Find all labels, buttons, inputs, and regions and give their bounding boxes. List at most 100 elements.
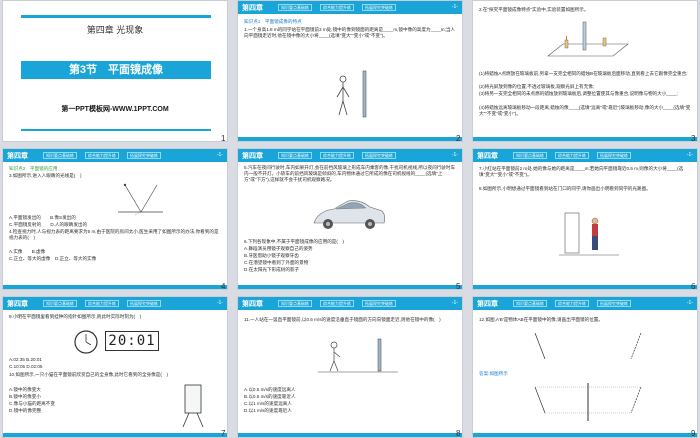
step-2: (2)将光屏放到像的位置,不透过玻璃板,观察光屏上有无像;: [479, 84, 595, 89]
slide-footer-bar: [3, 433, 227, 437]
slide-number-5: 5: [456, 282, 461, 291]
top-rule: [21, 15, 211, 18]
q11-option-b: B.以0.5 m/s的速度靠近人: [244, 394, 296, 399]
page-indicator: -1-: [451, 152, 458, 158]
slide-number-7: 7: [221, 429, 226, 438]
tab-extension: 拓展探究突破练: [127, 152, 161, 159]
step-4: (4)将蜡烛远离玻璃板移动一段距离,蜡烛的像____(选填"远离"或"靠近")玻…: [479, 105, 691, 117]
q6-option-b: B.牙医借助小镜子观察牙齿: [244, 253, 299, 258]
slide-header: 第四章 知识要点基础练 综合能力提升练 拓展探究突破练 -1-: [473, 149, 697, 162]
lesson-title: 第3节 平面镜成像: [21, 61, 211, 79]
slide-thumbnail-4[interactable]: 第四章 知识要点基础练 综合能力提升练 拓展探究突破练 -1- 知识点2 平面镜…: [2, 148, 228, 290]
slide-footer-bar: [473, 433, 697, 437]
tab-basic: 知识要点基础练: [513, 300, 547, 307]
object-image-diagram: [534, 332, 642, 360]
slide-number-3: 3: [691, 134, 696, 143]
slide-header: 第四章 知识要点基础练 综合能力提升练 拓展探究突破练 -1-: [3, 149, 227, 162]
question-11: 11.一人站在一竖直平面镜前,以0.5 m/s的速度沿垂直于镜面的方向向镜面走近…: [244, 317, 441, 322]
q10-option-c: C.像与小猫的距离不变: [9, 401, 55, 406]
tab-extension: 拓展探究突破练: [362, 4, 396, 11]
question-8: 8.如图所示,小明想通过平面镜看到站在门口的同学,请你画出小明看到同学的光路图。: [479, 186, 651, 191]
section-heading: 知识点2 平面镜的应用: [9, 166, 58, 171]
q9-options-row1: A.02:35 B.20:01: [9, 357, 42, 362]
q11-option-a: A.以0.5 m/s的速度远离人: [244, 387, 296, 392]
slide-sorter-grid: 第四章 光现象 第3节 平面镜成像 第一PPT模板网-WWW.1PPT.COM …: [2, 0, 698, 438]
tab-extension: 拓展探究突破练: [127, 300, 161, 307]
slide-number-8: 8: [456, 429, 461, 438]
tab-comprehensive: 综合能力提升练: [555, 300, 589, 307]
page-indicator: -1-: [451, 4, 458, 10]
chapter-label: 第四章: [7, 153, 28, 160]
q10-option-b: B.镜中的像变小: [9, 394, 41, 399]
page-indicator: -1-: [216, 300, 223, 306]
tab-comprehensive: 综合能力提升练: [85, 152, 119, 159]
slide-footer-bar: [238, 285, 462, 289]
tab-comprehensive: 综合能力提升练: [320, 152, 354, 159]
tab-comprehensive: 综合能力提升练: [555, 152, 589, 159]
tab-extension: 拓展探究突破练: [362, 152, 396, 159]
q10-option-d: D.镜中的像完整: [9, 408, 42, 413]
slide-thumbnail-9[interactable]: 第四章 知识要点基础练 综合能力提升练 拓展探究突破练 -1- 12.如图,A′…: [472, 296, 698, 438]
slide-thumbnail-1[interactable]: 第四章 光现象 第3节 平面镜成像 第一PPT模板网-WWW.1PPT.COM: [2, 0, 228, 142]
q6-option-c: C.在潜望镜中看到了外面的景物: [244, 260, 309, 265]
car-image: [313, 200, 385, 229]
slide-thumbnail-5[interactable]: 第四章 知识要点基础练 综合能力提升练 拓展探究突破练 -1- 5.汽车在夜间行…: [237, 148, 463, 290]
chapter-label: 第四章: [7, 301, 28, 308]
q6-option-d: D.在太阳光下形成树的影子: [244, 267, 300, 272]
tab-comprehensive: 综合能力提升练: [85, 300, 119, 307]
q10-option-a: A.镜中的像变大: [9, 387, 41, 392]
reflection-diagram: [118, 183, 163, 216]
slide-footer-bar: [238, 137, 462, 141]
q4-options-row2: C.正立、等大的虚像 D.正立、等大的实像: [9, 256, 97, 261]
slide-number-9: 9: [691, 429, 696, 438]
slide-thumbnail-3[interactable]: 2.在"探究平面镜成像特点"实验中,实验装置如图所示。 (1)将蜡烛A点燃放在玻…: [472, 0, 698, 142]
digital-clock-display: 20:01: [105, 331, 159, 351]
page-indicator: -1-: [216, 152, 223, 158]
slide-header: 第四章 知识要点基础练 综合能力提升练 拓展探究突破练 -1-: [238, 1, 462, 14]
q11-option-d: D.以1 m/s的速度靠近人: [244, 408, 292, 413]
tab-comprehensive: 综合能力提升练: [320, 300, 354, 307]
slide-footer-bar: [473, 285, 697, 289]
question-10: 10.如图所示,一只小猫在平面镜前欣赏自己的全身像,此时它看到的全身像是( ): [9, 372, 169, 377]
tab-comprehensive: 综合能力提升练: [320, 4, 354, 11]
slide-header: 第四章 知识要点基础练 综合能力提升练 拓展探究突破练 -1-: [238, 149, 462, 162]
chapter-label: 第四章: [477, 153, 498, 160]
analog-clock-icon: [74, 330, 98, 354]
slide-number-1: 1: [221, 134, 226, 143]
person-mirror-figure: [336, 70, 367, 118]
q3-options-row1: A.平面镜发出的 B.像S发出的: [9, 215, 76, 220]
tab-basic: 知识要点基础练: [278, 4, 312, 11]
bottom-rule: [21, 129, 211, 131]
slide-footer-bar: [238, 433, 462, 437]
page-indicator: -1-: [686, 300, 693, 306]
tab-extension: 拓展探究突破练: [362, 300, 396, 307]
q6-option-a: A.舞蹈演员用镜子观察自己的姿势: [244, 246, 313, 251]
slide-thumbnail-6[interactable]: 第四章 知识要点基础练 综合能力提升练 拓展探究突破练 -1- 7.小红站在平面…: [472, 148, 698, 290]
tab-basic: 知识要点基础练: [513, 152, 547, 159]
tab-basic: 知识要点基础练: [43, 152, 77, 159]
slide-thumbnail-8[interactable]: 第四章 知识要点基础练 综合能力提升练 拓展探究突破练 -1- 11.一人站在一…: [237, 296, 463, 438]
slide-header: 第四章 知识要点基础练 综合能力提升练 拓展探究突破练 -1-: [3, 297, 227, 310]
slide-thumbnail-7[interactable]: 第四章 知识要点基础练 综合能力提升练 拓展探究突破练 -1- 9.小明在平面镜…: [2, 296, 228, 438]
mirror-stand-figure: [182, 384, 204, 428]
question-1: 1.一个身高1.8 m的同学站在平面镜前3 m处,镜中的像到镜面的距离是____…: [244, 27, 456, 39]
slide-number-4: 4: [221, 282, 226, 291]
slide-footer-bar: [3, 285, 227, 289]
tab-basic: 知识要点基础练: [278, 300, 312, 307]
question-9: 9.小明在平面镜里看到挂钟的指针如图所示,则此时实际时刻为( ): [9, 314, 142, 319]
q3-options-row2: C.平面镜反射的 D.人的眼睛发出的: [9, 222, 88, 227]
site-credit: 第一PPT模板网-WWW.1PPT.COM: [61, 106, 169, 113]
step-3: (3)将另一支完全相同的未点燃的蜡烛放到玻璃板后,调整位置使其与像重合,说明像与…: [479, 91, 678, 96]
question-4: 4.检查视力时,人与视力表的距离要求为5 m,由于医院的房间太小,医生采用了如图…: [9, 229, 219, 241]
tab-extension: 拓展探究突破练: [597, 300, 631, 307]
q11-option-c: C.以1 m/s的速度远离人: [244, 401, 292, 406]
chapter-heading: 第四章 光现象: [86, 25, 144, 35]
chapter-label: 第四章: [477, 301, 498, 308]
slide-thumbnail-2[interactable]: 第四章 知识要点基础练 综合能力提升练 拓展探究突破练 -1- 知识点1 平面镜…: [237, 0, 463, 142]
chapter-label: 第四章: [242, 5, 263, 12]
question-7: 7.小红站在平面镜前2 m处,她的像与她的距离是____m;若她向平面镜靠近0.…: [479, 166, 684, 178]
question-5: 5.汽车在夜间行驶时,车内如果开灯,会在前挡风玻璃上形成车内乘客的像,干扰司机视…: [244, 165, 456, 183]
page-indicator: -1-: [686, 152, 693, 158]
step-1: (1)将蜡烛A点燃放在玻璃板前,另拿一支完全相同的蜡烛B在玻璃板后面移动,直到看…: [479, 71, 688, 76]
person-at-door-figure: [559, 212, 619, 256]
